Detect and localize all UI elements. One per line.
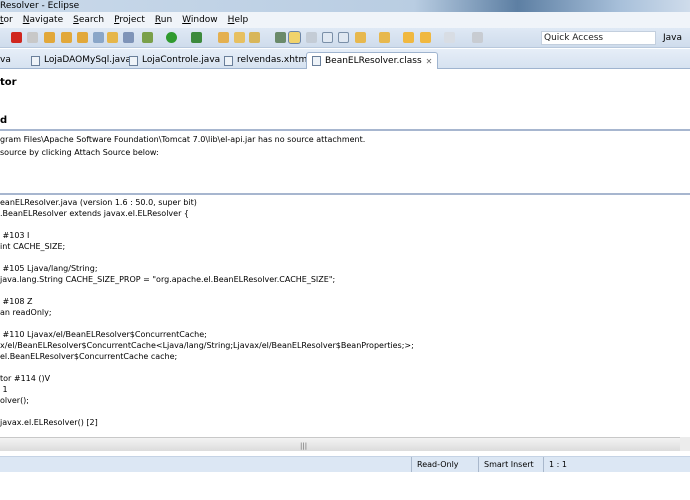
code-line: eanELResolver.java (version 1.6 : 50.0, … xyxy=(0,198,197,207)
menu-project[interactable]: Project xyxy=(114,15,145,25)
last-edit-icon[interactable] xyxy=(403,32,414,43)
status-read-only: Read-Only xyxy=(411,457,459,473)
step-over-icon[interactable] xyxy=(61,32,72,43)
no-source-message: gram Files\Apache Software Foundation\To… xyxy=(0,135,366,144)
skip-breakpoints-icon[interactable] xyxy=(123,32,134,43)
block-selection-icon[interactable] xyxy=(306,32,317,43)
prev-annotation-icon[interactable] xyxy=(379,32,390,43)
menu-navigate[interactable]: Navigate xyxy=(23,15,63,25)
menu-bar: tor Navigate Search Project Run Window H… xyxy=(0,12,690,28)
quick-access-input[interactable]: Quick Access xyxy=(541,31,656,45)
title-bar: Resolver - Eclipse xyxy=(0,0,690,12)
code-line: #108 Z xyxy=(0,297,33,306)
window-bottom xyxy=(0,472,690,500)
code-line: javax.el.ELResolver() [2] xyxy=(0,418,98,427)
show-whitespace-icon[interactable] xyxy=(322,32,333,43)
code-line: int CACHE_SIZE; xyxy=(0,242,66,251)
scroll-grip-icon[interactable]: ||| xyxy=(300,442,307,450)
editor-heading: tor xyxy=(0,77,17,88)
status-insert-mode: Smart Insert xyxy=(478,457,534,473)
code-line: el.BeanELResolver$ConcurrentCache cache; xyxy=(0,352,178,361)
code-line: .BeanELResolver extends javax.el.ELResol… xyxy=(0,209,189,218)
close-tab-icon[interactable]: ✕ xyxy=(426,54,433,69)
menu-window[interactable]: Window xyxy=(182,15,218,25)
step-return-icon[interactable] xyxy=(77,32,88,43)
brush-icon[interactable] xyxy=(249,32,260,43)
back-icon[interactable] xyxy=(420,32,431,43)
java-file-icon xyxy=(31,55,40,66)
tab-label: BeanELResolver.class xyxy=(325,55,422,66)
code-line: an readOnly; xyxy=(0,308,52,317)
drop-to-frame-icon[interactable] xyxy=(93,32,104,43)
code-line: x/el/BeanELResolver$ConcurrentCache<Ljav… xyxy=(0,341,414,350)
divider xyxy=(0,193,690,195)
step-into-icon[interactable] xyxy=(44,32,55,43)
external-tools-icon[interactable] xyxy=(191,32,202,43)
java-perspective-button[interactable]: Java xyxy=(663,31,682,45)
pin-editor-icon[interactable] xyxy=(472,32,483,43)
source-not-found-heading: d xyxy=(0,115,8,126)
tab-label: LojaDAOMySql.java xyxy=(44,55,131,65)
new-package-icon[interactable] xyxy=(218,32,229,43)
terminate-icon[interactable] xyxy=(11,32,22,43)
tab-java-file[interactable]: va xyxy=(0,52,11,69)
class-file-editor: tor d gram Files\Apache Software Foundat… xyxy=(0,69,690,454)
divider xyxy=(0,129,690,131)
code-line: #105 Ljava/lang/String; xyxy=(0,264,98,273)
code-line: olver(); xyxy=(0,396,29,405)
use-step-filters-icon[interactable] xyxy=(107,32,118,43)
scroll-corner xyxy=(680,437,690,451)
menu-run[interactable]: Run xyxy=(155,15,172,25)
code-line: tor #114 ()V xyxy=(0,374,51,383)
disconnect-icon[interactable] xyxy=(27,32,38,43)
status-cursor-position: 1 : 1 xyxy=(543,457,567,473)
tab-lojadaomysql[interactable]: LojaDAOMySql.java xyxy=(31,52,131,69)
mark-occurrences-icon[interactable] xyxy=(288,31,301,44)
status-bar: Read-Only Smart Insert 1 : 1 xyxy=(0,456,690,473)
tab-relvendas[interactable]: relvendas.xhtml xyxy=(224,52,310,69)
pilcrow-icon[interactable] xyxy=(338,32,349,43)
tab-label: LojaControle.java xyxy=(142,55,221,65)
attach-source-hint: source by clicking Attach Source below: xyxy=(0,148,159,157)
tab-label: va xyxy=(0,55,11,65)
search-icon[interactable] xyxy=(275,32,286,43)
tab-beanelresolver[interactable]: BeanELResolver.class ✕ xyxy=(306,52,439,69)
open-folder-icon[interactable] xyxy=(234,32,245,43)
java-file-icon xyxy=(129,55,138,66)
code-line: 1 xyxy=(0,385,8,394)
forward-icon[interactable] xyxy=(444,32,455,43)
menu-edit[interactable]: tor xyxy=(0,15,13,25)
debug-icon[interactable] xyxy=(142,32,153,43)
menu-help[interactable]: Help xyxy=(228,15,249,25)
editor-tab-bar: va LojaDAOMySql.java LojaControle.java r… xyxy=(0,49,690,69)
code-line: java.lang.String CACHE_SIZE_PROP = "org.… xyxy=(0,275,336,284)
horizontal-scrollbar[interactable]: ||| xyxy=(0,437,680,451)
xhtml-file-icon xyxy=(224,55,233,66)
menu-search[interactable]: Search xyxy=(73,15,104,25)
tab-lojacontrole[interactable]: LojaControle.java xyxy=(129,52,220,69)
bytecode-listing: eanELResolver.java (version 1.6 : 50.0, … xyxy=(0,197,414,450)
tab-label: relvendas.xhtml xyxy=(237,55,310,65)
code-line: #103 I xyxy=(0,231,30,240)
code-line: #110 Ljavax/el/BeanELResolver$Concurrent… xyxy=(0,330,207,339)
window-title: Resolver - Eclipse xyxy=(0,1,80,11)
run-icon[interactable] xyxy=(166,32,177,43)
class-file-icon xyxy=(312,56,321,66)
next-annotation-icon[interactable] xyxy=(355,32,366,43)
